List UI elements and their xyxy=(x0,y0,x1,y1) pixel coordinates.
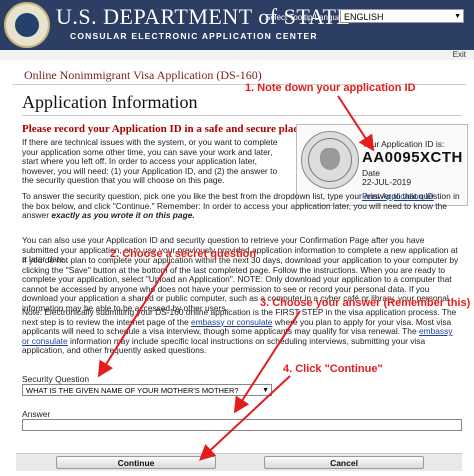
divider xyxy=(22,115,462,116)
exit-link[interactable]: Exit xyxy=(453,50,466,59)
chevron-down-icon: ▼ xyxy=(262,387,269,394)
button-bar: Continue Cancel xyxy=(16,453,462,471)
annotation-note-id: 1. Note down your application ID xyxy=(245,82,416,94)
language-value: ENGLISH xyxy=(344,12,384,22)
date-value: 22-JUL-2019 xyxy=(362,177,412,187)
security-question-value: WHAT IS THE GIVEN NAME OF YOUR MOTHER'S … xyxy=(26,386,239,395)
embassy-consulate-link[interactable]: embassy or consulate xyxy=(191,317,272,327)
tooltip-language-select[interactable]: ENGLISH ▼ xyxy=(340,9,464,23)
answer-input[interactable] xyxy=(22,419,462,431)
annotation-click-continue: 4. Click "Continue" xyxy=(283,363,383,375)
security-question-select[interactable]: WHAT IS THE GIVEN NAME OF YOUR MOTHER'S … xyxy=(22,384,272,396)
note-text-3: information may include specific local i… xyxy=(22,335,426,356)
cancel-button[interactable]: Cancel xyxy=(264,456,424,469)
chevron-down-icon: ▼ xyxy=(454,13,461,20)
department-seal-icon xyxy=(301,131,359,189)
tooltip-language-label: Select Tooltip Language xyxy=(265,13,351,22)
continue-button[interactable]: Continue xyxy=(56,456,216,469)
instructions-paragraph: If there are technical issues with the s… xyxy=(22,137,278,186)
annotation-choose-question: 2. Choose a secret question xyxy=(110,248,257,260)
note-paragraph: Note: Electronically submitting your DS-… xyxy=(22,307,462,356)
sub-header: Exit xyxy=(0,50,474,60)
page-title: Application Information xyxy=(22,92,198,112)
answer-label: Answer xyxy=(22,409,51,419)
site-header: U.S. DEPARTMENT of STATE CONSULAR ELECTR… xyxy=(0,0,474,50)
security-instructions-emphasis: exactly as you wrote it on this page. xyxy=(51,210,195,221)
state-seal-icon xyxy=(4,2,50,48)
ceac-subtitle: CONSULAR ELECTRONIC APPLICATION CENTER xyxy=(70,31,318,41)
security-question-label: Security Question xyxy=(22,374,90,384)
application-id-label: Your Application ID is: xyxy=(362,139,445,149)
annotation-choose-answer: 3. Choose your answer (Remember this) xyxy=(260,297,471,309)
application-id-value: AA0095XCTH xyxy=(362,149,463,166)
record-heading: Please record your Application ID in a s… xyxy=(22,123,306,135)
security-instructions-paragraph: To answer the security question, pick on… xyxy=(22,191,462,221)
form-title: Online Nonimmigrant Visa Application (DS… xyxy=(24,68,262,82)
